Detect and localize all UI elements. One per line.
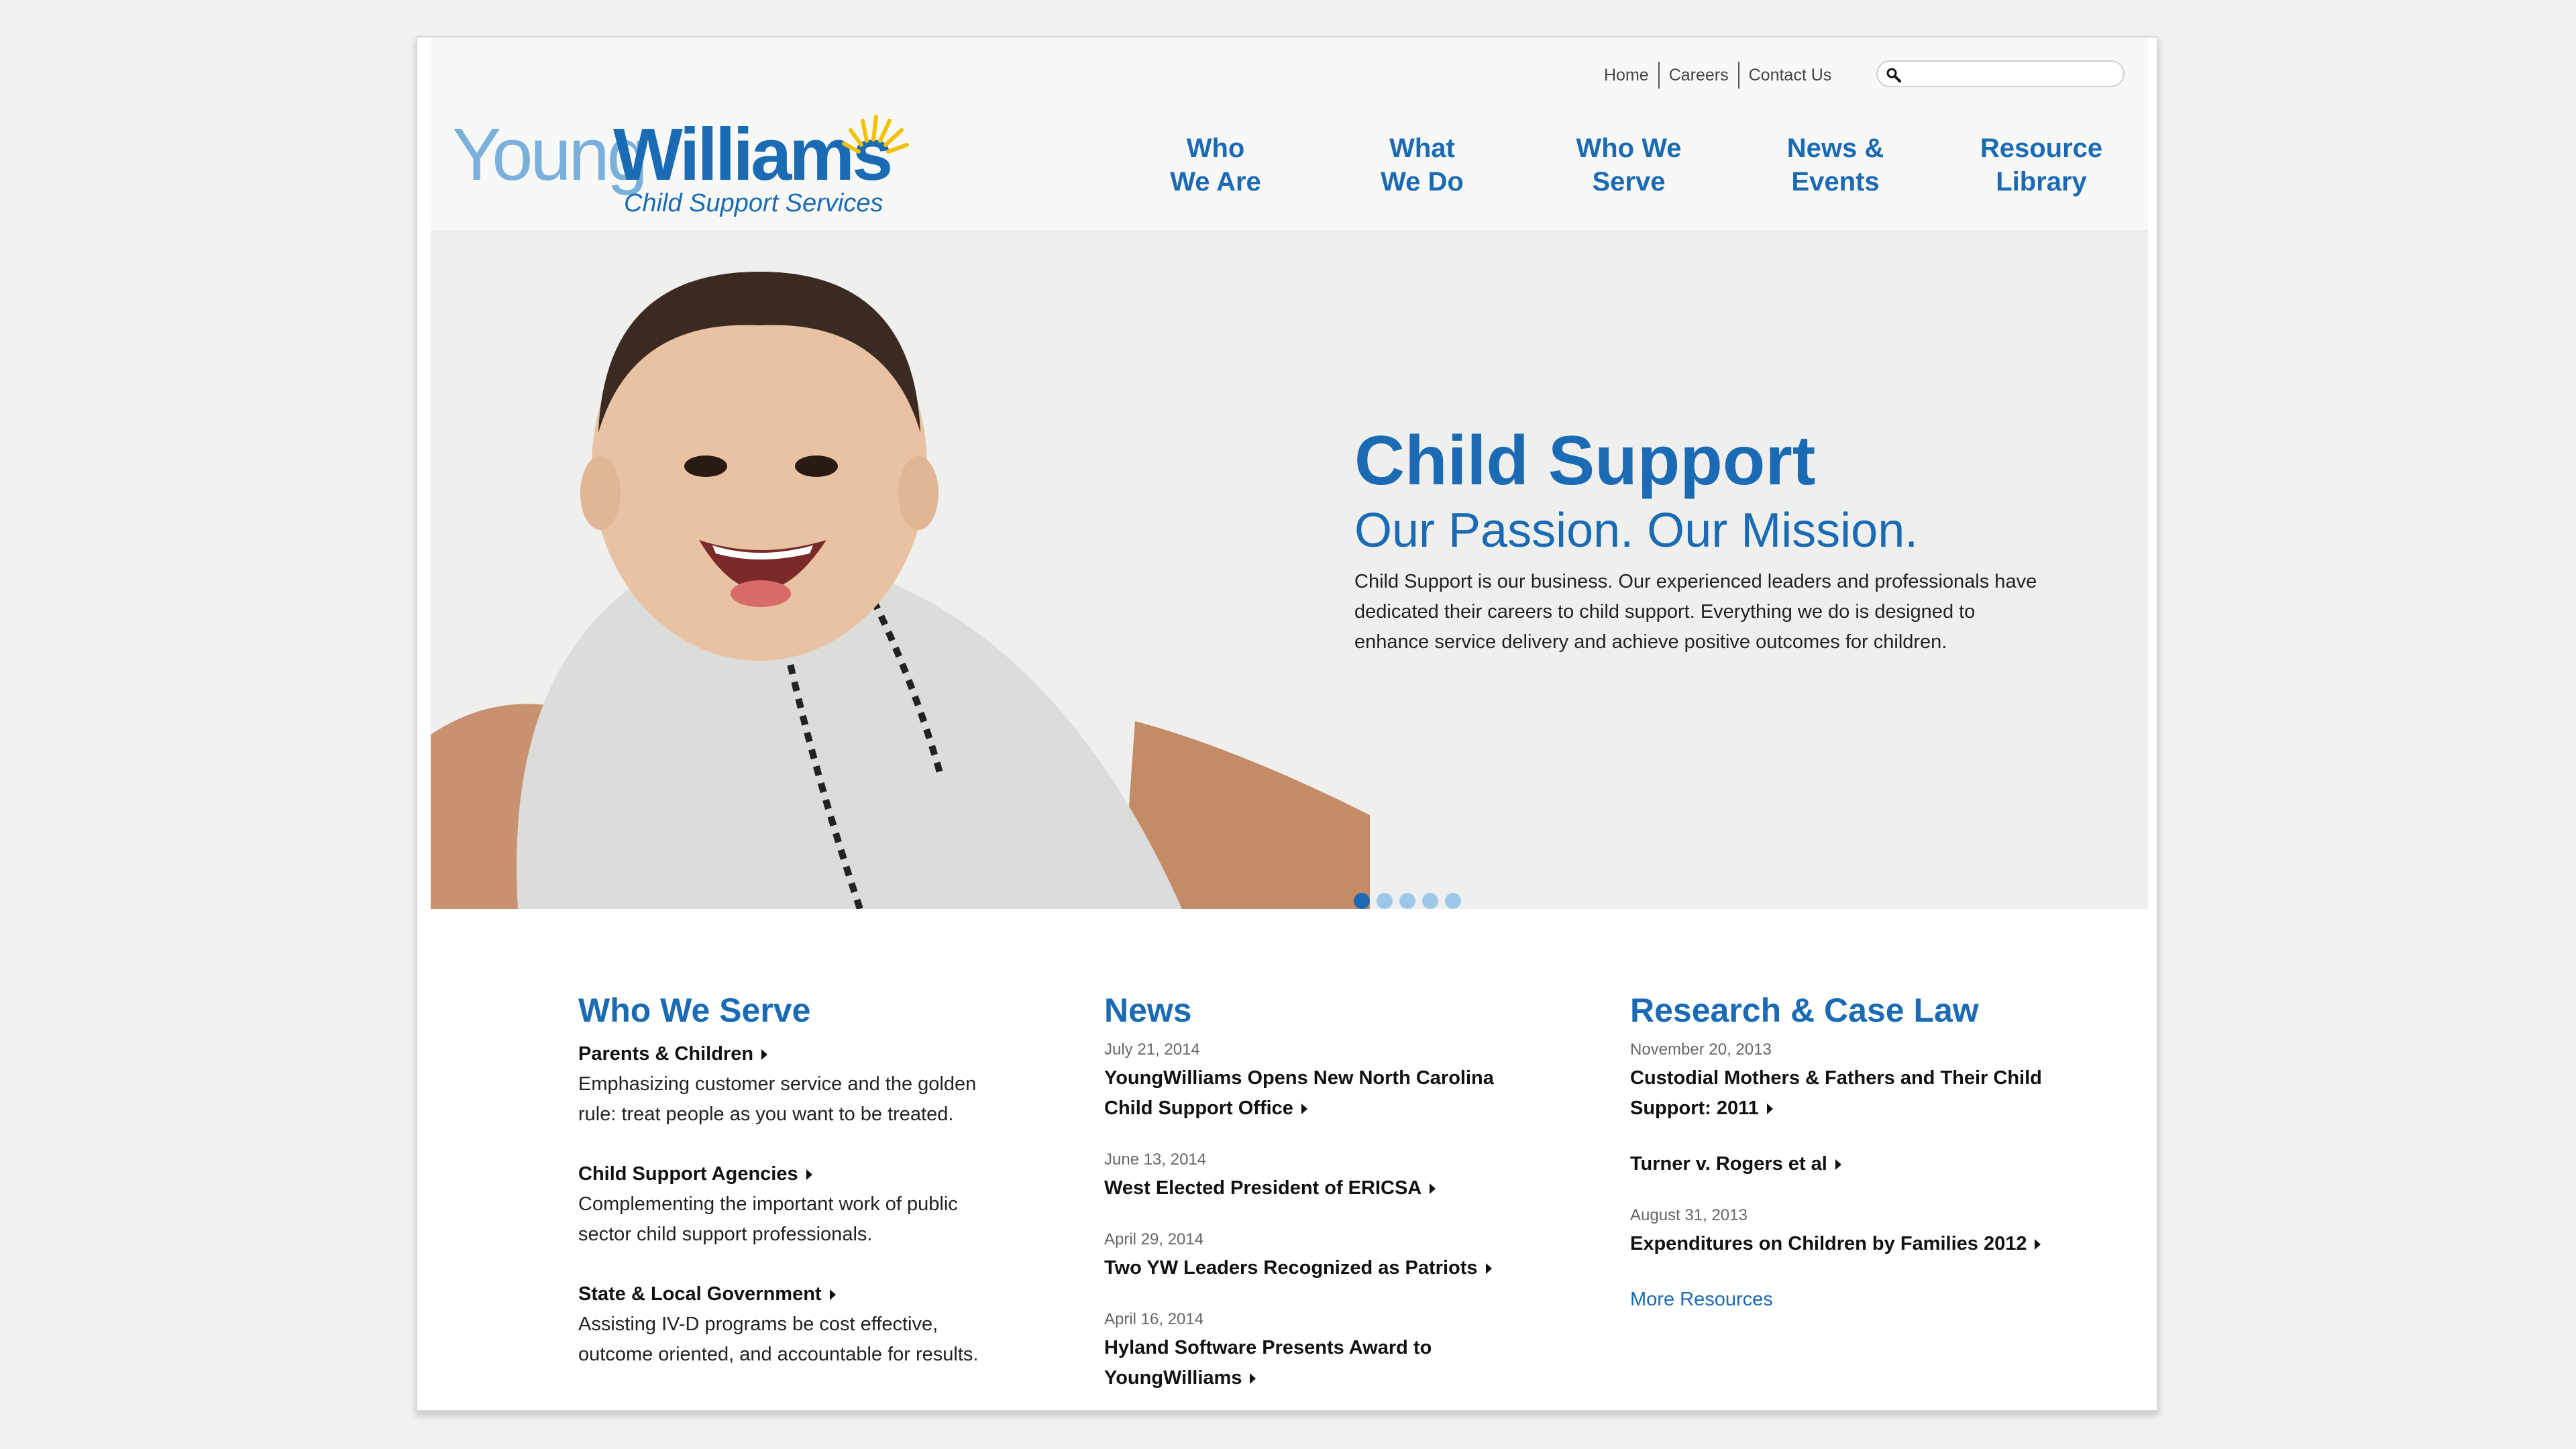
item-link[interactable]: Two YW Leaders Recognized as Patriots [1104, 1253, 1520, 1283]
caret-right-icon [1430, 1183, 1436, 1195]
list-item: November 20, 2013 Custodial Mothers & Fa… [1630, 1039, 2073, 1124]
slide-dot-2[interactable] [1377, 893, 1393, 909]
main-nav: Who We Are What We Do Who We Serve News … [1122, 131, 2148, 212]
caret-right-icon [2035, 1239, 2041, 1250]
list-item: April 16, 2014 Hyland Software Presents … [1104, 1309, 1520, 1393]
list-item: Parents & Children Emphasizing customer … [578, 1039, 1008, 1130]
util-link-contact[interactable]: Contact Us [1739, 62, 1841, 89]
sun-icon [842, 115, 909, 154]
list-item: July 21, 2014 YoungWilliams Opens New No… [1104, 1039, 1520, 1124]
nav-what-we-do[interactable]: What We Do [1328, 131, 1516, 199]
item-link[interactable]: Expenditures on Children by Families 201… [1630, 1229, 2073, 1259]
page-container: Young Williams Child Support Services Ho… [416, 36, 2158, 1411]
who-we-serve-section: Who We Serve Parents & Children Emphasiz… [578, 994, 1008, 1399]
item-date: August 31, 2013 [1630, 1206, 1748, 1224]
more-resources-link[interactable]: More Resources [1630, 1285, 2073, 1315]
section-title[interactable]: Who We Serve [578, 994, 1008, 1027]
research-section: Research & Case Law November 20, 2013 Cu… [1630, 994, 2073, 1315]
list-item: June 13, 2014 West Elected President of … [1104, 1149, 1520, 1203]
list-item: April 29, 2014 Two YW Leaders Recognized… [1104, 1229, 1520, 1283]
item-link[interactable]: State & Local Government [578, 1279, 1008, 1309]
slide-dot-1[interactable] [1354, 893, 1370, 909]
item-description: Emphasizing customer service and the gol… [578, 1073, 977, 1125]
item-description: Complementing the important work of publ… [578, 1193, 958, 1245]
hero-banner: Child Support Our Passion. Our Mission. … [431, 231, 2148, 909]
caret-right-icon [1766, 1104, 1773, 1115]
item-description: Assisting IV-D programs be cost effectiv… [578, 1313, 979, 1365]
caret-right-icon [761, 1049, 768, 1061]
util-link-home[interactable]: Home [1595, 62, 1658, 89]
site-logo[interactable]: Young Williams Child Support Services [452, 91, 909, 216]
util-link-careers[interactable]: Careers [1660, 62, 1738, 89]
nav-who-we-serve[interactable]: Who We Serve [1535, 131, 1723, 199]
caret-right-icon [1485, 1263, 1492, 1275]
hero-title: Child Support [1354, 422, 1816, 500]
list-item: August 31, 2013 Expenditures on Children… [1630, 1205, 2073, 1259]
caret-right-icon [1301, 1104, 1307, 1115]
item-date: July 21, 2014 [1104, 1040, 1200, 1059]
slide-dot-4[interactable] [1422, 893, 1438, 909]
hero-description: Child Support is our business. Our exper… [1354, 571, 2037, 653]
item-date: April 16, 2014 [1104, 1310, 1204, 1328]
list-item: Child Support Agencies Complementing the… [578, 1159, 1008, 1250]
search-input[interactable] [1876, 60, 2125, 87]
news-section: News July 21, 2014 YoungWilliams Opens N… [1104, 994, 1520, 1423]
nav-news-events[interactable]: News & Events [1741, 131, 1929, 199]
slide-dot-3[interactable] [1399, 893, 1415, 909]
item-date: April 29, 2014 [1104, 1230, 1204, 1248]
item-link[interactable]: Parents & Children [578, 1039, 1008, 1069]
slide-dot-5[interactable] [1445, 893, 1461, 909]
utility-nav: Home Careers Contact Us [1595, 62, 1841, 89]
item-link[interactable]: Child Support Agencies [578, 1159, 1008, 1189]
item-link[interactable]: Turner v. Rogers et al [1630, 1149, 2073, 1179]
site-header: Young Williams Child Support Services Ho… [431, 38, 2148, 231]
item-link[interactable]: Custodial Mothers & Fathers and Their Ch… [1630, 1063, 2073, 1124]
item-date: November 20, 2013 [1630, 1040, 1772, 1059]
caret-right-icon [1250, 1373, 1256, 1385]
section-title[interactable]: News [1104, 994, 1520, 1027]
search-icon [1886, 68, 1901, 83]
item-link[interactable]: YoungWilliams Opens New North Carolina C… [1104, 1063, 1520, 1124]
item-link[interactable]: Hyland Software Presents Award to YoungW… [1104, 1333, 1520, 1393]
section-title[interactable]: Research & Case Law [1630, 994, 2073, 1027]
caret-right-icon [1835, 1159, 1841, 1171]
caret-right-icon [829, 1289, 836, 1301]
item-date: June 13, 2014 [1104, 1150, 1207, 1169]
hero-subtitle: Our Passion. Our Mission. [1354, 504, 1919, 557]
logo-subtitle: Child Support Services [624, 189, 883, 217]
hero-baby-photo [431, 272, 1370, 909]
nav-resource-library[interactable]: Resource Library [1947, 131, 2135, 199]
list-item: Turner v. Rogers et al [1630, 1149, 2073, 1179]
slider-pagination [1354, 893, 1468, 909]
caret-right-icon [806, 1169, 812, 1181]
nav-who-we-are[interactable]: Who We Are [1122, 131, 1309, 199]
item-link[interactable]: West Elected President of ERICSA [1104, 1173, 1520, 1203]
list-item: State & Local Government Assisting IV-D … [578, 1279, 1008, 1370]
